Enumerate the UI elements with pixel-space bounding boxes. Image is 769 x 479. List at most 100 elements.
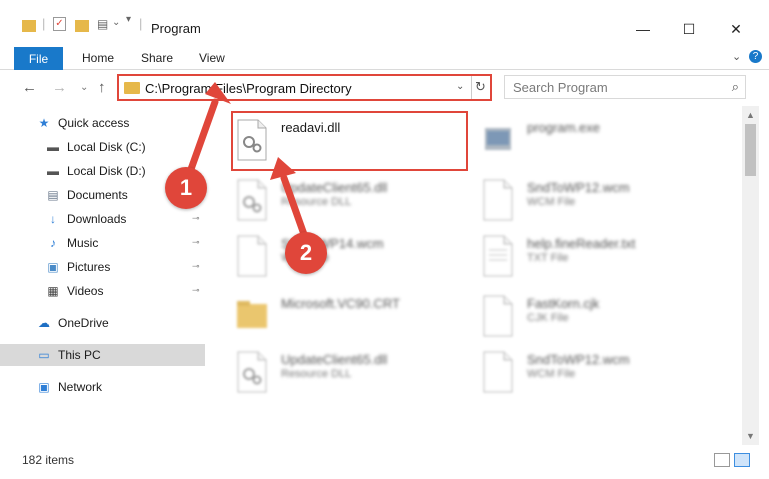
tab-view[interactable]: View [199,51,225,65]
refresh-icon[interactable]: ↻ [475,79,486,95]
drive-icon: ▬ [47,140,59,154]
pin-icon[interactable]: ⊸ [192,237,200,248]
text-file-icon [481,234,515,278]
file-name: Microsoft.VC90.CRT [281,296,400,311]
sidebar-item-label: Network [58,380,103,394]
sidebar-item-label: Downloads [67,212,127,226]
close-button[interactable]: ✕ [713,14,759,44]
scroll-up-icon[interactable]: ▲ [746,110,755,120]
new-folder-icon[interactable] [75,20,89,32]
sidebar-item[interactable]: ▬ Local Disk (C:) [0,136,205,158]
large-icons-view-icon[interactable] [734,453,750,467]
pin-icon[interactable]: ⊸ [192,261,200,272]
network-icon: ▣ [38,380,50,394]
navigation-pane: ★ Quick access ▬ Local Disk (C:) ▬ Local Disk… [0,106,207,445]
file-item[interactable]: SndToWP14.wcmWCM File [235,230,465,286]
step-2-badge: 2 [285,232,327,274]
minimize-button[interactable]: — [620,14,666,44]
forward-icon[interactable]: → [52,79,67,96]
documents-icon: ▤ [47,188,59,202]
item-count: 182 items [22,453,75,467]
address-bar[interactable]: C:\Program Files\Program Directory ⌄ ↻ [117,74,492,101]
sidebar-item[interactable]: ▣ Network [0,376,205,398]
properties-icon[interactable]: ✓ [53,17,66,31]
pin-icon[interactable]: ⊸ [192,285,200,296]
file-item[interactable]: UpdateClient65.dll Resource DLL [235,174,465,230]
file-type: WCM File [527,368,576,380]
tab-home[interactable]: Home [82,51,114,65]
search-box[interactable]: Search Program ⌕ [504,75,746,99]
file-item[interactable]: UpdateClient65.dll Resource DLL [235,346,465,402]
dll-file-icon [235,350,269,394]
file-type: Resource DLL [281,368,352,380]
music-icon: ♪ [50,236,56,250]
sidebar-item[interactable]: ↓ Downloads ⊸ [0,208,205,230]
tab-file[interactable]: File [14,47,63,70]
title-bar: | ✓ ▤ ⌄ ▾ | Program — ☐ ✕ [0,0,769,44]
sidebar-item-label: This PC [58,348,101,362]
help-icon[interactable]: ? [749,50,762,63]
sidebar-item[interactable]: ♪ Music ⊸ [0,232,205,254]
folder-icon [124,82,140,94]
sidebar-item-label: Videos [67,284,104,298]
details-view-icon[interactable] [714,453,730,467]
customize-icon[interactable]: ▤ [97,17,108,31]
blank-file-icon [481,294,515,338]
address-separator [471,76,472,99]
file-item[interactable]: SndToWP12.wcm WCM File [481,346,711,402]
sidebar-item[interactable]: ▣ Pictures ⊸ [0,256,205,278]
maximize-button[interactable]: ☐ [666,14,712,44]
pictures-icon: ▣ [47,260,59,274]
separator-icon: | [42,16,46,31]
file-item[interactable]: readavi.dll [235,114,465,170]
file-item[interactable]: program.exe [481,114,711,170]
file-name: UpdateClient65.dll [281,352,388,367]
videos-icon: ▦ [47,284,59,298]
sidebar-item-label: OneDrive [58,316,109,330]
up-icon[interactable]: ↑ [98,79,106,96]
search-icon: ⌕ [731,79,739,94]
pin-icon[interactable]: ⊸ [192,213,200,224]
file-name: FastKorn.cjk [527,296,600,311]
file-name: SndToWP12.wcm [527,352,630,367]
search-input[interactable]: Search Program [513,80,608,95]
file-type: Resource DLL [281,196,352,208]
qa-dropdown-icon[interactable]: ⌄ [112,17,120,28]
maximize-icon: ☐ [682,20,696,37]
file-type: CJK File [527,312,569,324]
file-name: UpdateClient65.dll [281,180,388,195]
scroll-thumb[interactable] [745,124,756,176]
file-item[interactable]: SndToWP12.wcm WCM File [481,174,711,230]
onedrive-icon: ☁ [38,316,50,330]
folder-icon [235,294,269,338]
sidebar-item[interactable]: ▭ This PC [0,344,205,366]
address-path[interactable]: C:\Program Files\Program Directory [145,81,352,96]
address-dropdown-icon[interactable]: ⌄ [456,81,464,92]
star-icon: ★ [38,116,50,130]
recent-locations-icon[interactable]: ⌄ [80,82,88,93]
file-name: SndToWP12.wcm [527,180,630,195]
sidebar-item[interactable]: ★ Quick access [0,112,205,134]
file-item[interactable]: help.fineReader.txt TXT File [481,230,711,286]
blank-file-icon [235,234,269,278]
sidebar-item[interactable]: ▦ Videos ⊸ [0,280,205,302]
tab-share[interactable]: Share [141,51,173,65]
blank-file-icon [481,178,515,222]
sidebar-item-label: Local Disk (C:) [67,140,146,154]
blank-file-icon [481,350,515,394]
file-item[interactable]: Microsoft.VC90.CRT [235,290,465,346]
ribbon-collapse-icon[interactable]: ⌄ [732,50,741,63]
sidebar-item[interactable]: ☁ OneDrive [0,312,205,334]
file-item[interactable]: FastKorn.cjk CJK File [481,290,711,346]
status-bar: 182 items [0,445,769,479]
sidebar-item-label: Local Disk (D:) [67,164,146,178]
scroll-down-icon[interactable]: ▼ [746,431,755,441]
navigation-bar: ← → ⌄ ↑ C:\Program Files\Program Directo… [0,70,769,106]
file-type: TXT File [527,252,569,264]
sidebar-item-label: Pictures [67,260,111,274]
back-icon[interactable]: ← [22,79,37,96]
file-name: readavi.dll [281,120,341,135]
vertical-scrollbar[interactable]: ▲ ▼ [742,106,759,445]
close-icon: ✕ [730,20,742,37]
file-type: WCM File [527,196,576,208]
